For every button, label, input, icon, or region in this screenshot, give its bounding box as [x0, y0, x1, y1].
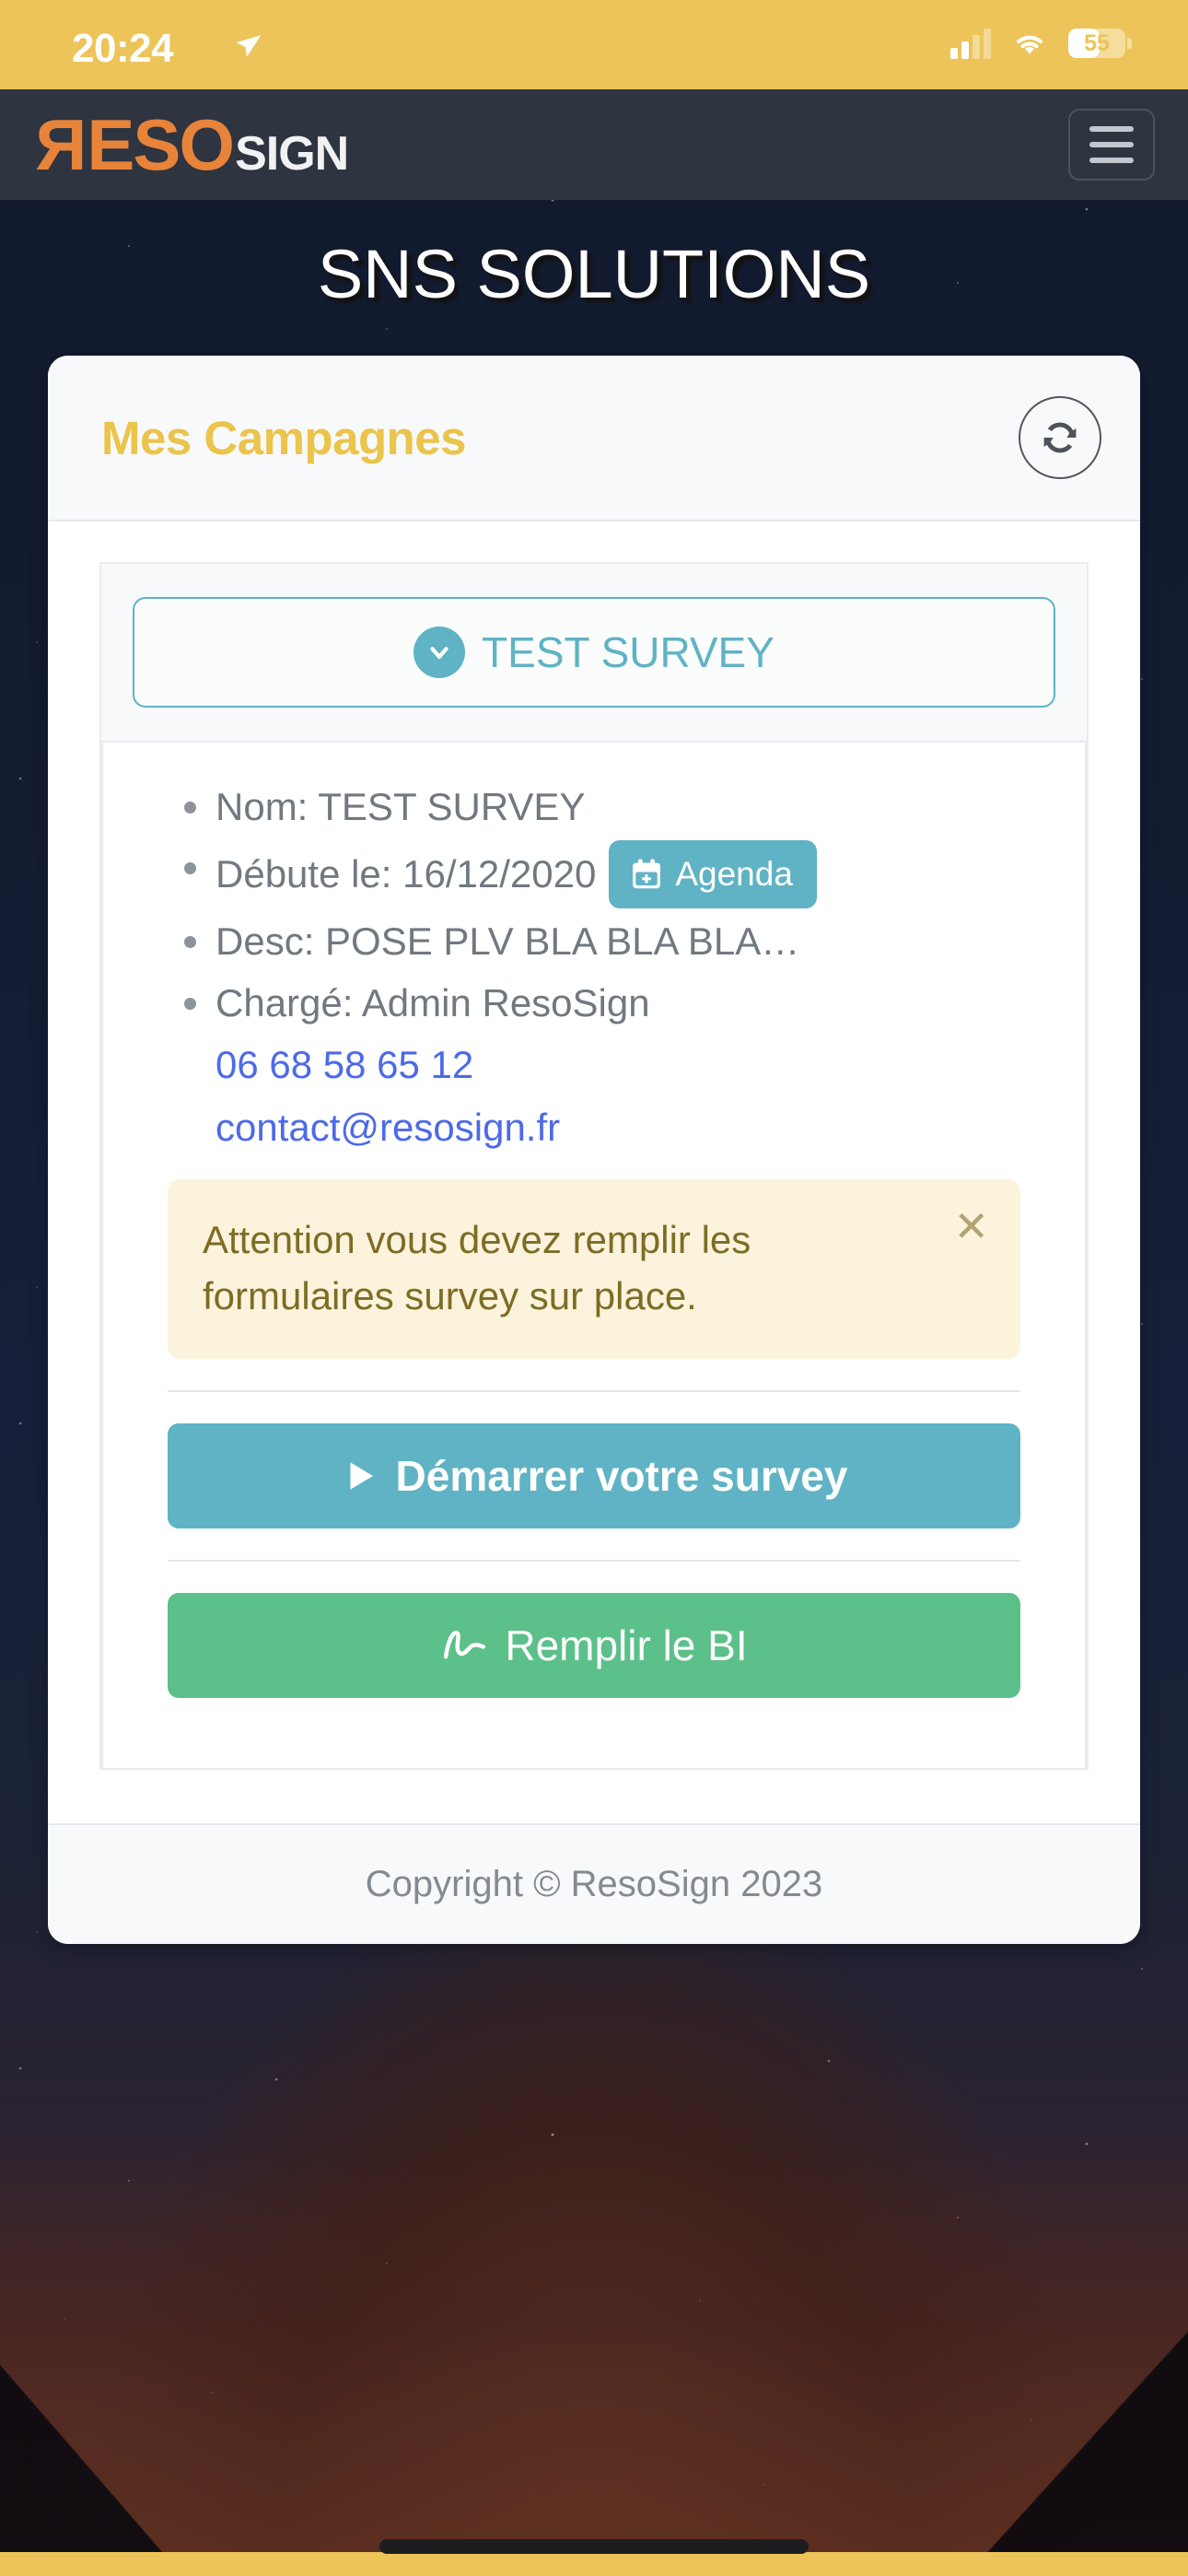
detail-phone[interactable]: 06 68 58 65 12	[184, 1036, 1054, 1093]
resosign-logo[interactable]: RESO SIGN	[37, 104, 349, 185]
home-indicator[interactable]	[379, 2539, 809, 2554]
logo-reso-text: RESO	[37, 104, 235, 185]
detail-nom: Nom: TEST SURVEY	[184, 779, 1054, 835]
page-title: SNS SOLUTIONS	[317, 236, 871, 312]
card-bottom-spacer	[99, 1770, 1089, 1824]
location-arrow-icon	[236, 35, 262, 57]
detail-charge: Chargé: Admin ResoSign	[184, 976, 1054, 1031]
calendar-plus-icon	[633, 860, 661, 889]
detail-desc: Desc: POSE PLV BLA BLA BLA…	[184, 914, 1054, 969]
detail-email[interactable]: contact@resosign.fr	[184, 1099, 1054, 1155]
main-content: SNS SOLUTIONS Mes Campagnes TEST SURVEY …	[0, 200, 1188, 1945]
mountain-landscape-background	[0, 2152, 1188, 2576]
home-indicator-area	[0, 2521, 1188, 2576]
start-survey-label: Démarrer votre survey	[395, 1452, 848, 1501]
accordion-toggle-test-survey[interactable]: TEST SURVEY	[133, 597, 1055, 708]
campaign-accordion: TEST SURVEY Nom: TEST SURVEY Débute le: …	[99, 562, 1089, 1771]
close-x-icon[interactable]: ✕	[953, 1205, 989, 1247]
signature-icon	[444, 1631, 486, 1659]
agenda-button[interactable]: Agenda	[609, 840, 817, 909]
detail-debute-text: Débute le: 16/12/2020	[215, 852, 597, 896]
status-bar-time: 20:24	[72, 26, 174, 71]
logo-sign-text: SIGN	[235, 127, 349, 181]
hamburger-menu-icon[interactable]	[1068, 109, 1155, 181]
play-icon	[350, 1462, 373, 1490]
cellular-signal-icon	[950, 28, 991, 59]
battery-icon: 55	[1068, 29, 1132, 58]
campaigns-card: Mes Campagnes TEST SURVEY Nom: TEST SURV…	[48, 356, 1140, 1945]
battery-percent-label: 55	[1084, 29, 1110, 56]
fill-bi-label: Remplir le BI	[505, 1622, 748, 1670]
card-title: Mes Campagnes	[101, 411, 466, 464]
campaign-details-list: Nom: TEST SURVEY Débute le: 16/12/2020 A…	[134, 779, 1054, 1155]
accordion-toggle-label: TEST SURVEY	[482, 628, 775, 676]
app-navbar: RESO SIGN	[0, 89, 1188, 200]
status-bar-indicators: 55	[950, 28, 1132, 59]
detail-debute: Débute le: 16/12/2020 Agenda	[184, 840, 1054, 909]
copyright-footer: Copyright © ResoSign 2023	[48, 1823, 1140, 1945]
accordion-footer-edge	[101, 1746, 1087, 1771]
accordion-panel: Nom: TEST SURVEY Débute le: 16/12/2020 A…	[101, 743, 1087, 1747]
alert-message: Attention vous devez remplir les formula…	[203, 1218, 751, 1317]
refresh-glyph	[1043, 422, 1077, 453]
chevron-down-circle-icon	[413, 626, 466, 678]
divider-above-fill-bi	[168, 1560, 1020, 1563]
card-header: Mes Campagnes	[48, 356, 1140, 521]
phone-link[interactable]: 06 68 58 65 12	[215, 1043, 473, 1086]
agenda-button-label: Agenda	[675, 855, 793, 894]
refresh-sync-icon[interactable]	[1019, 396, 1101, 479]
chevron-down-glyph	[430, 647, 448, 660]
fill-bi-button[interactable]: Remplir le BI	[168, 1593, 1020, 1699]
wifi-icon	[1017, 35, 1042, 54]
accordion-header: TEST SURVEY	[101, 564, 1087, 743]
card-body: TEST SURVEY Nom: TEST SURVEY Débute le: …	[48, 521, 1140, 1824]
warning-alert: Attention vous devez remplir les formula…	[168, 1179, 1020, 1360]
email-link[interactable]: contact@resosign.fr	[215, 1106, 560, 1149]
ios-status-bar: 20:24 55	[0, 0, 1188, 89]
divider-above-start-survey	[168, 1390, 1020, 1393]
start-survey-button[interactable]: Démarrer votre survey	[168, 1423, 1020, 1529]
